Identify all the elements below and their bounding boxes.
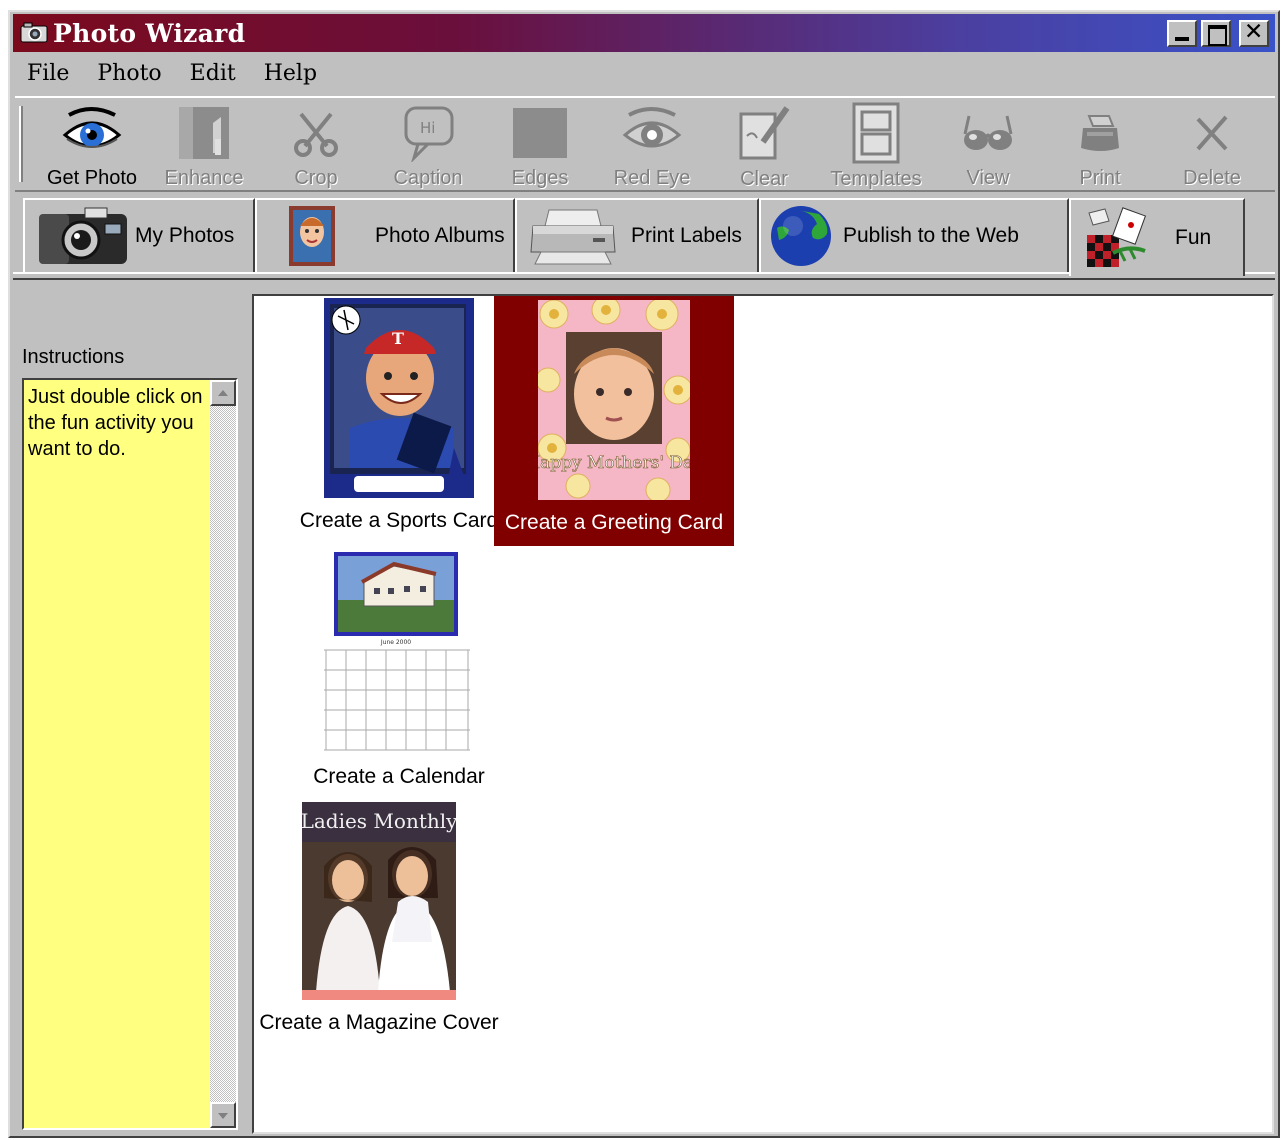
toolbar: Get Photo Enhance Crop Hi Caption Edges … — [15, 96, 1275, 192]
minimize-button[interactable] — [1167, 20, 1197, 47]
tab-photo-albums-label: Photo Albums — [375, 224, 505, 247]
activities-view: T Create a Sports Card appy Mothers' Da … — [252, 294, 1274, 1134]
clear-button[interactable]: Clear — [711, 102, 817, 190]
app-camera-icon — [19, 21, 49, 45]
view-label: View — [966, 167, 1010, 189]
tab-fun[interactable]: Fun — [1069, 198, 1245, 276]
instructions-text: Just double click on the fun activity yo… — [28, 386, 203, 460]
print-button[interactable]: Print — [1047, 102, 1153, 190]
calendar-month: June 2000 — [380, 639, 411, 646]
toolbar-grip[interactable] — [19, 106, 23, 182]
activity-magazine-cover[interactable]: Ladies Monthly Create a Magazine Cover — [254, 802, 504, 1036]
eye-icon — [61, 102, 123, 163]
category-tabs: My Photos Photo Albums Print Labels Publ… — [13, 198, 1275, 286]
fun-icon — [1083, 205, 1149, 271]
tab-publish-web[interactable]: Publish to the Web — [759, 198, 1069, 272]
print-label: Print — [1079, 167, 1121, 189]
menu-file[interactable]: File — [13, 61, 83, 86]
sports-card-caption: Create a Sports Card — [299, 509, 499, 532]
get-photo-button[interactable]: Get Photo — [39, 102, 145, 190]
red-eye-icon — [621, 102, 683, 163]
speech-bubble-icon: Hi — [397, 102, 459, 163]
delete-icon — [1181, 102, 1243, 163]
menu-photo[interactable]: Photo — [83, 61, 175, 86]
clear-label: Clear — [740, 168, 788, 190]
greeting-card-caption: Create a Greeting Card — [504, 511, 724, 534]
activity-greeting-card[interactable]: Happy Mothers' Day Create a Greeting Car… — [494, 295, 734, 546]
caption-label: Caption — [393, 167, 463, 189]
camera-icon — [35, 204, 131, 268]
templates-button[interactable]: Templates — [823, 102, 929, 190]
greeting-card-text: Happy Mothers' Day — [538, 453, 690, 473]
enhance-icon — [173, 102, 235, 163]
tab-print-labels-label: Print Labels — [631, 224, 742, 247]
red-eye-label: Red Eye — [613, 167, 691, 189]
scroll-down-button[interactable] — [210, 1102, 236, 1128]
globe-icon — [769, 204, 833, 268]
close-icon: ✕ — [1244, 19, 1264, 45]
magazine-cover-thumbnail: Ladies Monthly — [301, 802, 458, 1005]
window-title: Photo Wizard — [53, 18, 246, 48]
activity-calendar[interactable]: June 2000 Create a Calendar — [274, 550, 524, 788]
tab-fun-label: Fun — [1175, 226, 1212, 249]
tab-photo-albums[interactable]: Photo Albums — [255, 198, 515, 272]
tab-publish-web-label: Publish to the Web — [843, 224, 1019, 247]
tab-print-labels[interactable]: Print Labels — [515, 198, 759, 272]
menu-edit[interactable]: Edit — [176, 61, 250, 86]
magazine-masthead: Ladies Monthly — [302, 809, 456, 833]
edges-icon — [509, 102, 571, 163]
clear-icon — [733, 102, 795, 164]
instructions-panel: Instructions Just double click on the fu… — [18, 302, 246, 1134]
instructions-label: Instructions — [22, 346, 125, 368]
edges-button[interactable]: Edges — [487, 102, 593, 190]
title-bar[interactable]: Photo Wizard ✕ — [13, 14, 1275, 52]
greeting-card-thumbnail: Happy Mothers' Day — [525, 295, 703, 505]
get-photo-label: Get Photo — [46, 167, 138, 189]
delete-label: Delete — [1183, 167, 1241, 189]
tab-my-photos-label: My Photos — [135, 224, 235, 247]
maximize-button[interactable] — [1201, 20, 1231, 47]
svg-text:T: T — [392, 329, 404, 348]
svg-text:Hi: Hi — [420, 119, 435, 137]
templates-label: Templates — [830, 168, 922, 190]
printer-icon — [1069, 102, 1131, 163]
scroll-up-button[interactable] — [210, 380, 236, 406]
scissors-icon — [285, 102, 347, 163]
instructions-textbox[interactable]: Just double click on the fun activity yo… — [22, 378, 238, 1130]
crop-button[interactable]: Crop — [263, 102, 369, 190]
instructions-scrollbar[interactable] — [210, 380, 236, 1128]
red-eye-button[interactable]: Red Eye — [599, 102, 705, 190]
view-button[interactable]: View — [935, 102, 1041, 190]
printer-icon — [527, 204, 619, 268]
glasses-icon — [957, 102, 1019, 163]
menu-bar: File Photo Edit Help — [13, 56, 1275, 90]
edges-label: Edges — [511, 167, 569, 189]
album-photo-icon — [287, 204, 337, 268]
enhance-button[interactable]: Enhance — [151, 102, 257, 190]
calendar-caption: Create a Calendar — [313, 765, 485, 788]
menu-help[interactable]: Help — [250, 61, 331, 86]
activity-sports-card[interactable]: T Create a Sports Card — [274, 298, 524, 538]
magazine-cover-caption: Create a Magazine Cover — [259, 1011, 499, 1034]
enhance-label: Enhance — [164, 167, 244, 189]
calendar-thumbnail: June 2000 — [324, 550, 474, 759]
sports-card-thumbnail: T — [324, 298, 474, 503]
templates-icon — [845, 102, 907, 164]
photo-wizard-window: Photo Wizard ✕ File Photo Edit Help Get … — [8, 10, 1280, 1138]
close-button[interactable]: ✕ — [1239, 19, 1269, 47]
caption-button[interactable]: Hi Caption — [375, 102, 481, 190]
delete-button[interactable]: Delete — [1159, 102, 1265, 190]
crop-label: Crop — [294, 167, 338, 189]
tab-my-photos[interactable]: My Photos — [23, 198, 255, 272]
